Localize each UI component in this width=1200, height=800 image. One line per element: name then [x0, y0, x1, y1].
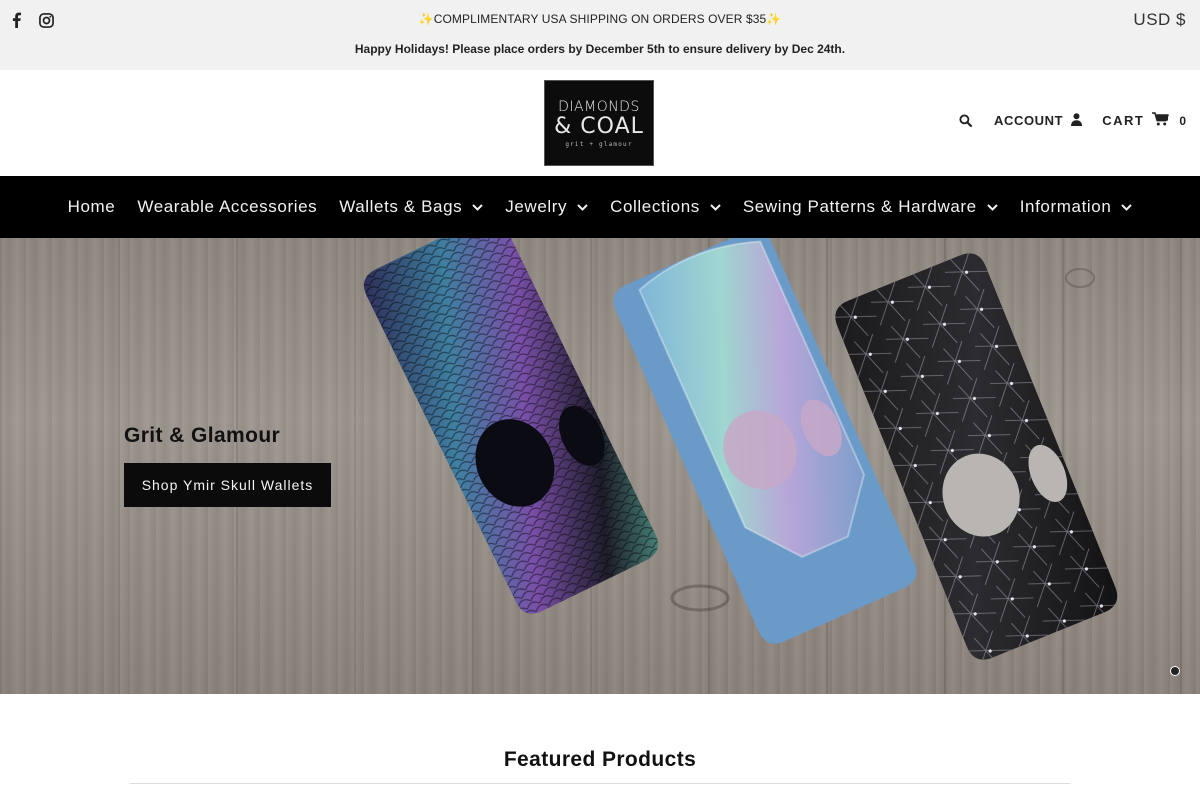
nav-item-label: Wearable Accessories: [137, 197, 318, 216]
nav-item-label: Collections: [610, 197, 700, 216]
holiday-announcement: Happy Holidays! Please place orders by D…: [354, 42, 846, 56]
slide-dot-active[interactable]: [1170, 666, 1180, 676]
cart-link[interactable]: CART 0: [1102, 112, 1186, 129]
site-header: DIAMONDS & COAL grit + glamour ACCOUNT C…: [0, 70, 1200, 176]
shopping-cart-icon: [1152, 112, 1170, 129]
currency-selector[interactable]: USD $: [1133, 10, 1186, 30]
hero-title: Grit & Glamour: [124, 424, 281, 447]
nav-item-label: Wallets & Bags: [339, 197, 463, 216]
logo-line-1: DIAMONDS: [558, 98, 640, 115]
nav-item-collections[interactable]: Collections: [599, 197, 732, 217]
nav-item-label: Jewelry: [505, 197, 568, 216]
nav-item-information[interactable]: Information: [1009, 197, 1144, 217]
chevron-down-icon: [1121, 203, 1133, 211]
logo-line-2: & COAL: [554, 113, 644, 139]
header-actions: ACCOUNT CART 0: [959, 112, 1186, 129]
nav-item-sewing-patterns[interactable]: Sewing Patterns & Hardware: [732, 197, 1009, 217]
logo-tagline: grit + glamour: [565, 140, 633, 148]
shop-ymir-skull-wallets-button[interactable]: Shop Ymir Skull Wallets: [124, 463, 331, 507]
search-icon[interactable]: [959, 114, 972, 127]
account-label: ACCOUNT: [994, 113, 1064, 128]
nav-item-label: Sewing Patterns & Hardware: [742, 197, 977, 216]
chevron-down-icon: [472, 203, 483, 211]
user-icon: [1071, 112, 1083, 129]
cart-count: 0: [1179, 113, 1186, 128]
chevron-down-icon: [577, 203, 588, 211]
nav-item-label: Home: [67, 197, 116, 216]
account-link[interactable]: ACCOUNT: [994, 112, 1083, 129]
shipping-announcement: ✨COMPLIMENTARY USA SHIPPING ON ORDERS OV…: [418, 12, 782, 26]
nav-item-label: Information: [1019, 197, 1112, 216]
hero-slideshow: Grit & Glamour Shop Ymir Skull Wallets: [0, 238, 1200, 694]
chevron-down-icon: [987, 203, 998, 211]
section-divider: [130, 783, 1070, 784]
nav-item-home[interactable]: Home: [57, 197, 127, 217]
announcement-bar: ✨COMPLIMENTARY USA SHIPPING ON ORDERS OV…: [0, 0, 1200, 70]
site-logo[interactable]: DIAMONDS & COAL grit + glamour: [544, 80, 654, 166]
main-nav: Home Wearable Accessories Wallets & Bags…: [0, 176, 1200, 238]
nav-item-wallets-bags[interactable]: Wallets & Bags: [328, 197, 494, 217]
cart-label: CART: [1102, 113, 1145, 128]
featured-products-heading: Featured Products: [503, 748, 697, 771]
nav-item-wearable-accessories[interactable]: Wearable Accessories: [126, 197, 328, 217]
chevron-down-icon: [710, 203, 721, 211]
nav-item-jewelry[interactable]: Jewelry: [494, 197, 599, 217]
